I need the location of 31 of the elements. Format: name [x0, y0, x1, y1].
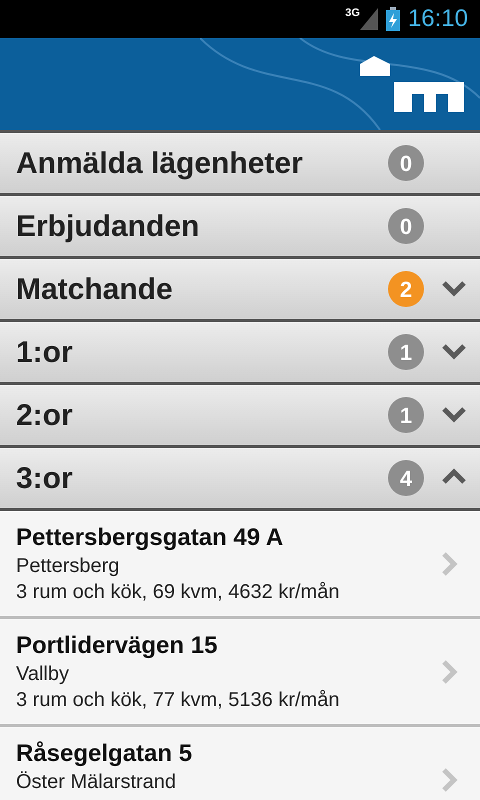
count-badge: 0 [388, 145, 424, 181]
signal-icon [360, 8, 378, 30]
apartment-details: 3 rum och kök, 69 kvm, 4632 kr/mån [16, 580, 340, 605]
category-row[interactable]: Matchande 2 [0, 259, 480, 319]
logo-icon [360, 54, 464, 114]
count-badge: 4 [388, 460, 424, 496]
apartment-area: Vallby [16, 661, 436, 687]
apartment-address: Portlidervägen 15 [16, 631, 218, 661]
category-row[interactable]: Anmälda lägenheter 0 [0, 133, 480, 193]
apartment-area: Öster Mälarstrand [16, 769, 436, 795]
clock: 16:10 [408, 7, 468, 31]
category-title: Matchande [16, 272, 174, 308]
category-title: 3:or [16, 460, 74, 496]
category-row[interactable]: 1:or 1 [0, 322, 480, 382]
category-row[interactable]: Erbjudanden 0 [0, 196, 480, 256]
category-row[interactable]: 3:or 4 [0, 448, 480, 508]
category-title: 2:or [16, 398, 74, 434]
apartment-details: 3 rum och kök, 77 kvm, 5136 kr/mån [16, 688, 340, 713]
category-title: 1:or [16, 334, 74, 370]
apartment-area: Pettersberg [16, 553, 436, 579]
apartment-address: Pettersbergsgatan 49 A [16, 523, 284, 553]
apartment-address: Råsegelgatan 5 [16, 739, 194, 769]
network-type: 3G [345, 8, 360, 19]
battery-icon [386, 7, 400, 31]
count-badge: 1 [388, 334, 424, 370]
category-row[interactable]: 2:or 1 [0, 385, 480, 445]
category-title: Erbjudanden [16, 208, 200, 244]
count-badge: 1 [388, 397, 424, 433]
category-title: Anmälda lägenheter [16, 146, 304, 182]
count-badge: 2 [388, 271, 424, 307]
count-badge: 0 [388, 208, 424, 244]
